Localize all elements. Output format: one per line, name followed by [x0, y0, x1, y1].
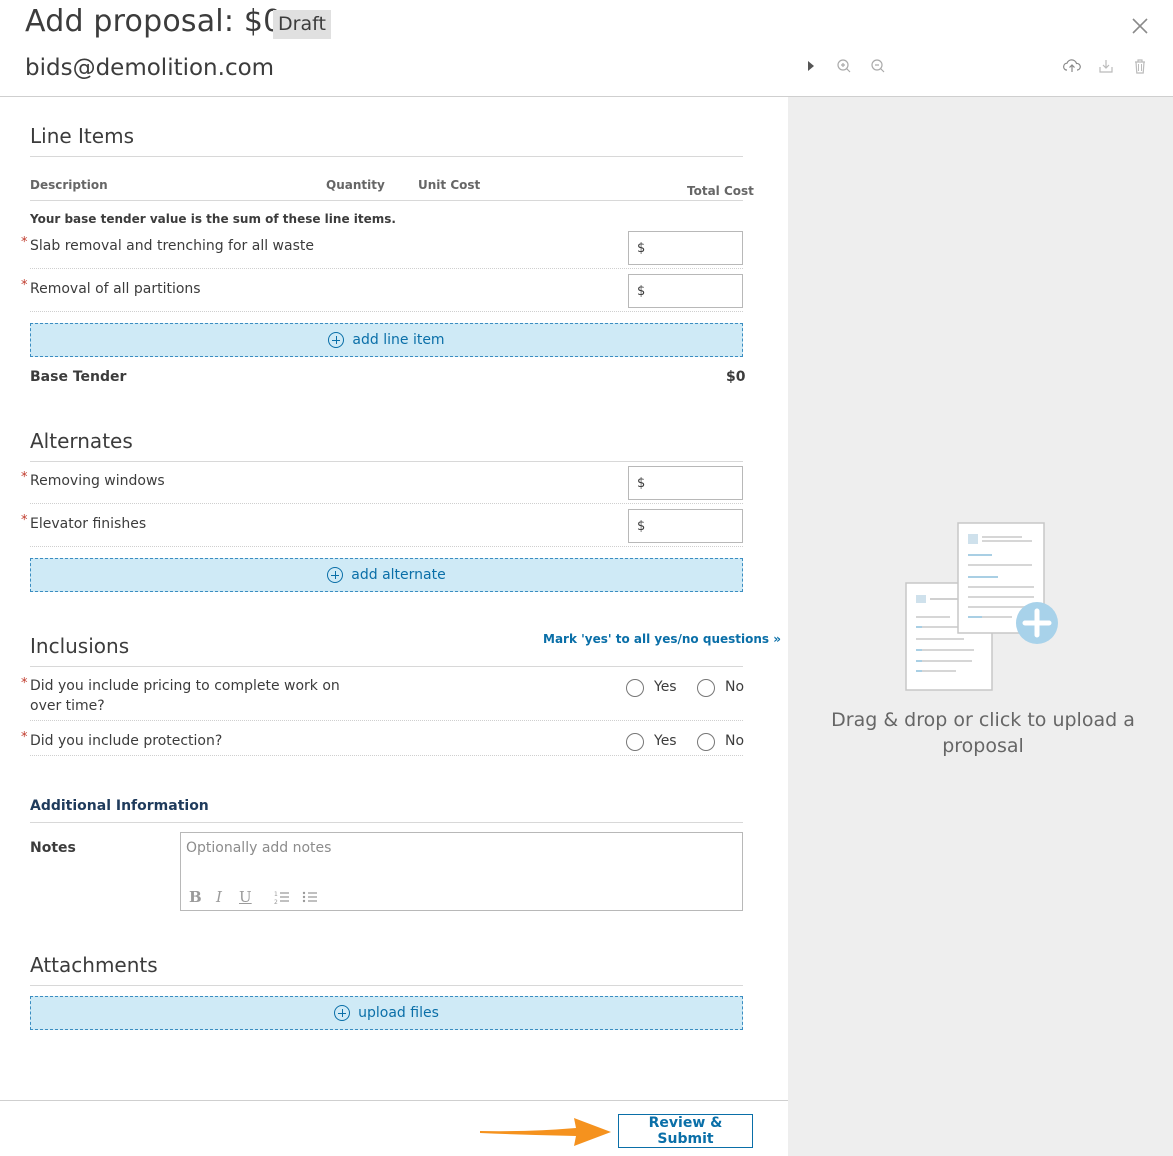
- required-marker: *: [21, 278, 28, 293]
- modal-header: Add proposal: $0 Draft bids@demolition.c…: [0, 0, 1173, 97]
- line-item-total-input[interactable]: [628, 231, 743, 265]
- cloud-upload-icon[interactable]: [1062, 56, 1082, 76]
- divider: [30, 156, 743, 157]
- base-tender-label: Base Tender: [30, 369, 127, 385]
- numbered-list-icon[interactable]: 1 2: [273, 888, 291, 906]
- add-alternate-label: add alternate: [351, 567, 446, 583]
- notes-editor: B I U 1 2: [180, 832, 743, 911]
- no-label: No: [725, 733, 745, 749]
- bold-icon[interactable]: B: [189, 888, 202, 906]
- divider: [30, 503, 743, 504]
- page-title: Add proposal: $0: [25, 4, 283, 39]
- divider: [30, 268, 743, 269]
- italic-icon[interactable]: I: [216, 888, 222, 906]
- alternate-label: Removing windows: [30, 473, 165, 489]
- line-item-total-input[interactable]: [628, 274, 743, 308]
- column-description: Description: [30, 178, 108, 192]
- add-alternate-button[interactable]: add alternate: [30, 558, 743, 592]
- proposal-form: Line Items Description Quantity Unit Cos…: [0, 97, 788, 1100]
- upload-files-button[interactable]: upload files: [30, 996, 743, 1030]
- svg-text:1: 1: [274, 891, 278, 898]
- required-marker: *: [21, 730, 28, 745]
- divider: [30, 720, 743, 721]
- question-text: Did you include protection?: [30, 733, 223, 749]
- yes-radio[interactable]: [626, 679, 644, 697]
- required-marker: *: [21, 470, 28, 485]
- no-label: No: [725, 679, 745, 695]
- column-quantity: Quantity: [326, 178, 385, 192]
- underline-icon[interactable]: U: [239, 888, 252, 906]
- no-radio[interactable]: [697, 679, 715, 697]
- divider: [30, 985, 743, 986]
- bidder-email: bids@demolition.com: [25, 55, 275, 81]
- question-line: over time?: [30, 698, 105, 714]
- question-line: Did you include pricing to complete work…: [30, 678, 340, 694]
- mark-all-yes-link[interactable]: Mark 'yes' to all yes/no questions »: [543, 632, 781, 646]
- dropzone-line: Drag & drop or click to upload a: [831, 709, 1135, 731]
- zoom-out-icon[interactable]: [868, 56, 888, 76]
- upload-files-label: upload files: [358, 1005, 439, 1021]
- trash-icon[interactable]: [1130, 56, 1150, 76]
- review-submit-button[interactable]: Review & Submit: [618, 1114, 753, 1148]
- modal-footer: Review & Submit: [0, 1100, 788, 1156]
- dropzone-text: Drag & drop or click to upload a proposa…: [808, 707, 1158, 759]
- upload-dropzone[interactable]: Drag & drop or click to upload a proposa…: [788, 97, 1173, 1156]
- base-tender-value: $0: [726, 369, 746, 385]
- no-radio[interactable]: [697, 733, 715, 751]
- inclusions-title: Inclusions: [30, 634, 130, 658]
- yes-label: Yes: [654, 733, 677, 749]
- divider: [30, 822, 743, 823]
- bulleted-list-icon[interactable]: [301, 888, 319, 906]
- divider: [30, 546, 743, 547]
- column-unit-cost: Unit Cost: [418, 178, 481, 192]
- divider: [30, 311, 743, 312]
- notes-label: Notes: [30, 840, 76, 856]
- documents-upload-icon: [905, 522, 1058, 691]
- svg-text:2: 2: [274, 899, 278, 906]
- plus-circle-icon: [334, 1005, 351, 1021]
- divider: [30, 461, 743, 462]
- column-total-cost: Total Cost: [687, 184, 754, 198]
- plus-circle-icon: [327, 567, 344, 583]
- attachments-title: Attachments: [30, 953, 158, 977]
- dropzone-line: proposal: [942, 735, 1024, 757]
- yes-radio[interactable]: [626, 733, 644, 751]
- alternates-title: Alternates: [30, 429, 133, 453]
- divider: [30, 666, 743, 667]
- notes-input[interactable]: [186, 840, 736, 856]
- alternate-input[interactable]: [628, 466, 743, 500]
- download-icon[interactable]: [1096, 56, 1116, 76]
- status-badge: Draft: [273, 10, 331, 39]
- line-items-title: Line Items: [30, 124, 134, 148]
- play-icon[interactable]: [800, 56, 820, 76]
- add-line-item-label: add line item: [352, 332, 445, 348]
- base-tender-note: Your base tender value is the sum of the…: [30, 212, 396, 226]
- additional-info-title: Additional Information: [30, 798, 209, 814]
- alternate-label: Elevator finishes: [30, 516, 147, 532]
- add-line-item-button[interactable]: add line item: [30, 323, 743, 357]
- close-icon[interactable]: [1128, 14, 1152, 38]
- divider: [30, 200, 743, 201]
- line-item-label: Removal of all partitions: [30, 281, 201, 297]
- line-item-label: Slab removal and trenching for all waste: [30, 238, 314, 254]
- alternate-input[interactable]: [628, 509, 743, 543]
- zoom-in-icon[interactable]: [834, 56, 854, 76]
- yes-label: Yes: [654, 679, 677, 695]
- required-marker: *: [21, 235, 28, 250]
- required-marker: *: [21, 676, 28, 691]
- arrow-pointer-icon: [480, 1118, 611, 1146]
- plus-circle-icon: [328, 332, 345, 348]
- required-marker: *: [21, 513, 28, 528]
- question-text: Did you include pricing to complete work…: [30, 676, 340, 716]
- divider: [30, 755, 743, 756]
